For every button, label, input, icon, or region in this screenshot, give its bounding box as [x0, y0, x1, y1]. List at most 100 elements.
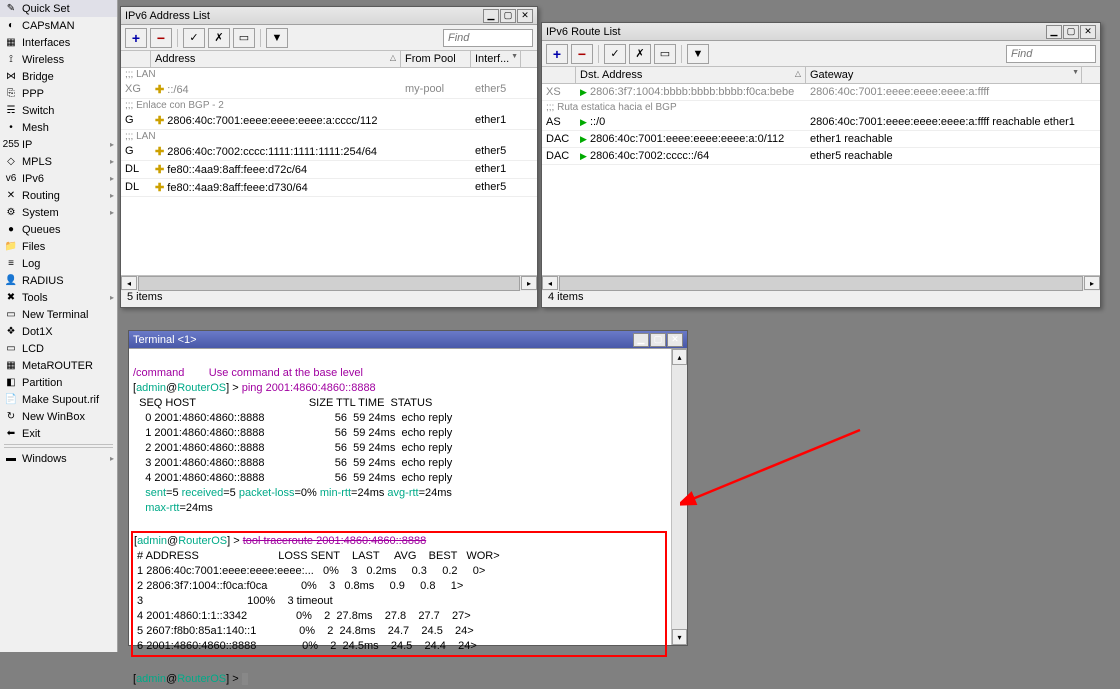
table-row[interactable]: DL✚ fe80::4aa9:8aff:feee:d72c/64ether1	[121, 161, 537, 179]
add-button[interactable]: +	[125, 28, 147, 48]
scroll-right[interactable]: ▸	[521, 276, 537, 290]
sidebar-item[interactable]: ▦Interfaces	[0, 34, 117, 51]
disable-button[interactable]: ✗	[629, 44, 651, 64]
sidebar-item[interactable]: 📄Make Supout.rif	[0, 391, 117, 408]
sidebar-item[interactable]: ●Queues	[0, 221, 117, 238]
terminal-output[interactable]: /command Use command at the base level […	[129, 349, 687, 689]
sidebar-item[interactable]: ◐CAPsMAN	[0, 17, 117, 34]
menu-icon: ▦	[4, 36, 18, 50]
sidebar-item[interactable]: ⚙System▸	[0, 204, 117, 221]
chevron-icon: ▸	[110, 293, 114, 302]
maximize-button[interactable]: ▢	[500, 9, 516, 23]
close-button[interactable]: ✕	[517, 9, 533, 23]
sidebar-item[interactable]: ✖Tools▸	[0, 289, 117, 306]
enable-button[interactable]: ✓	[183, 28, 205, 48]
sidebar-item[interactable]: ⟟Wireless	[0, 51, 117, 68]
col-address[interactable]: Address△	[151, 51, 401, 67]
find-input[interactable]	[1006, 45, 1096, 63]
table-row[interactable]: AS▶ ::/02806:40c:7001:eeee:eeee:eeee:a:f…	[542, 114, 1100, 131]
sidebar-item-label: Make Supout.rif	[22, 394, 99, 406]
table-row[interactable]: G✚ 2806:40c:7001:eeee:eeee:eeee:a:cccc/1…	[121, 112, 537, 130]
chevron-icon: ▸	[110, 157, 114, 166]
scroll-right[interactable]: ▸	[1084, 276, 1100, 290]
col-iface[interactable]: Interf...▼	[471, 51, 521, 67]
sidebar-item[interactable]: ◧Partition	[0, 374, 117, 391]
find-input[interactable]	[443, 29, 533, 47]
sidebar-item[interactable]: ◇MPLS▸	[0, 153, 117, 170]
sidebar-item[interactable]: ↻New WinBox	[0, 408, 117, 425]
sidebar-item[interactable]: 📁Files	[0, 238, 117, 255]
maximize-button[interactable]: ▢	[1063, 25, 1079, 39]
minimize-button[interactable]: ▁	[633, 333, 649, 347]
sidebar: ✎Quick Set◐CAPsMAN▦Interfaces⟟Wireless⋈B…	[0, 0, 118, 652]
filter-button[interactable]: ▼	[266, 28, 288, 48]
sidebar-item[interactable]: ⬅Exit	[0, 425, 117, 442]
menu-icon: ▭	[4, 308, 18, 322]
close-button[interactable]: ✕	[1080, 25, 1096, 39]
enable-button[interactable]: ✓	[604, 44, 626, 64]
sidebar-item-label: Bridge	[22, 71, 54, 83]
minimize-button[interactable]: ▁	[483, 9, 499, 23]
col-dst[interactable]: Dst. Address△	[576, 67, 806, 83]
table-row[interactable]: XS▶ 2806:3f7:1004:bbbb:bbbb:bbbb:f0ca:be…	[542, 84, 1100, 101]
sidebar-item-label: Partition	[22, 377, 62, 389]
sidebar-item-label: MPLS	[22, 156, 52, 168]
close-button[interactable]: ✕	[667, 333, 683, 347]
sidebar-item-label: Switch	[22, 105, 54, 117]
sidebar-item-label: MetaROUTER	[22, 360, 93, 372]
sidebar-item[interactable]: 👤RADIUS	[0, 272, 117, 289]
sidebar-item[interactable]: ✕Routing▸	[0, 187, 117, 204]
scroll-down[interactable]: ▾	[672, 629, 687, 645]
menu-icon: ≡	[4, 257, 18, 271]
sidebar-item-label: New WinBox	[22, 411, 85, 423]
col-gw[interactable]: Gateway▼	[806, 67, 1082, 83]
address-grid: Address△ From Pool Interf...▼ ;;; LANXG✚…	[121, 51, 537, 289]
sidebar-item[interactable]: ▭New Terminal	[0, 306, 117, 323]
table-row[interactable]: DAC▶ 2806:40c:7002:cccc::/64ether5 reach…	[542, 148, 1100, 165]
scroll-thumb[interactable]	[138, 276, 520, 291]
sidebar-item[interactable]: ☴Switch	[0, 102, 117, 119]
sidebar-item-label: Log	[22, 258, 40, 270]
minimize-button[interactable]: ▁	[1046, 25, 1062, 39]
window-titlebar[interactable]: IPv6 Address List ▁▢✕	[121, 7, 537, 25]
filter-button[interactable]: ▼	[687, 44, 709, 64]
status-bar: 4 items	[542, 289, 1100, 305]
sidebar-item[interactable]: ≡ Log	[0, 255, 117, 272]
scrollbar[interactable]: ▴▾	[671, 349, 687, 645]
menu-icon: 📁	[4, 240, 18, 254]
sidebar-item[interactable]: ⋈Bridge	[0, 68, 117, 85]
comment-button[interactable]: ▭	[233, 28, 255, 48]
disable-button[interactable]: ✗	[208, 28, 230, 48]
sidebar-item-label: Wireless	[22, 54, 64, 66]
sidebar-item-windows[interactable]: ▬Windows▸	[0, 450, 117, 467]
remove-button[interactable]: −	[150, 28, 172, 48]
scroll-thumb[interactable]	[559, 276, 1083, 291]
table-row[interactable]: DL✚ fe80::4aa9:8aff:feee:d730/64ether5	[121, 179, 537, 197]
scroll-up[interactable]: ▴	[672, 349, 687, 365]
col-flag[interactable]	[121, 51, 151, 67]
sidebar-item[interactable]: v6IPv6▸	[0, 170, 117, 187]
sidebar-item[interactable]: ❖Dot1X	[0, 323, 117, 340]
grid-header: Address△ From Pool Interf...▼	[121, 51, 537, 68]
table-row[interactable]: G✚ 2806:40c:7002:cccc:1111:1111:1111:254…	[121, 143, 537, 161]
table-row[interactable]: XG✚ ::/64my-poolether5	[121, 81, 537, 99]
sidebar-item[interactable]: ▭LCD	[0, 340, 117, 357]
sidebar-item[interactable]: ▦MetaROUTER	[0, 357, 117, 374]
add-button[interactable]: +	[546, 44, 568, 64]
scroll-left[interactable]: ◂	[542, 276, 558, 290]
window-titlebar[interactable]: IPv6 Route List ▁▢✕	[542, 23, 1100, 41]
remove-button[interactable]: −	[571, 44, 593, 64]
chevron-icon: ▸	[110, 208, 114, 217]
sidebar-item[interactable]: •Mesh	[0, 119, 117, 136]
table-row[interactable]: DAC▶ 2806:40c:7001:eeee:eeee:eeee:a:0/11…	[542, 131, 1100, 148]
sidebar-item[interactable]: 255IP▸	[0, 136, 117, 153]
window-titlebar[interactable]: Terminal <1> ▁▢✕	[129, 331, 687, 349]
chevron-icon: ▸	[110, 191, 114, 200]
col-pool[interactable]: From Pool	[401, 51, 471, 67]
sidebar-item[interactable]: ✎Quick Set	[0, 0, 117, 17]
scroll-left[interactable]: ◂	[121, 276, 137, 290]
sidebar-item[interactable]: ⎘PPP	[0, 85, 117, 102]
comment-button[interactable]: ▭	[654, 44, 676, 64]
col-flag[interactable]	[542, 67, 576, 83]
maximize-button[interactable]: ▢	[650, 333, 666, 347]
